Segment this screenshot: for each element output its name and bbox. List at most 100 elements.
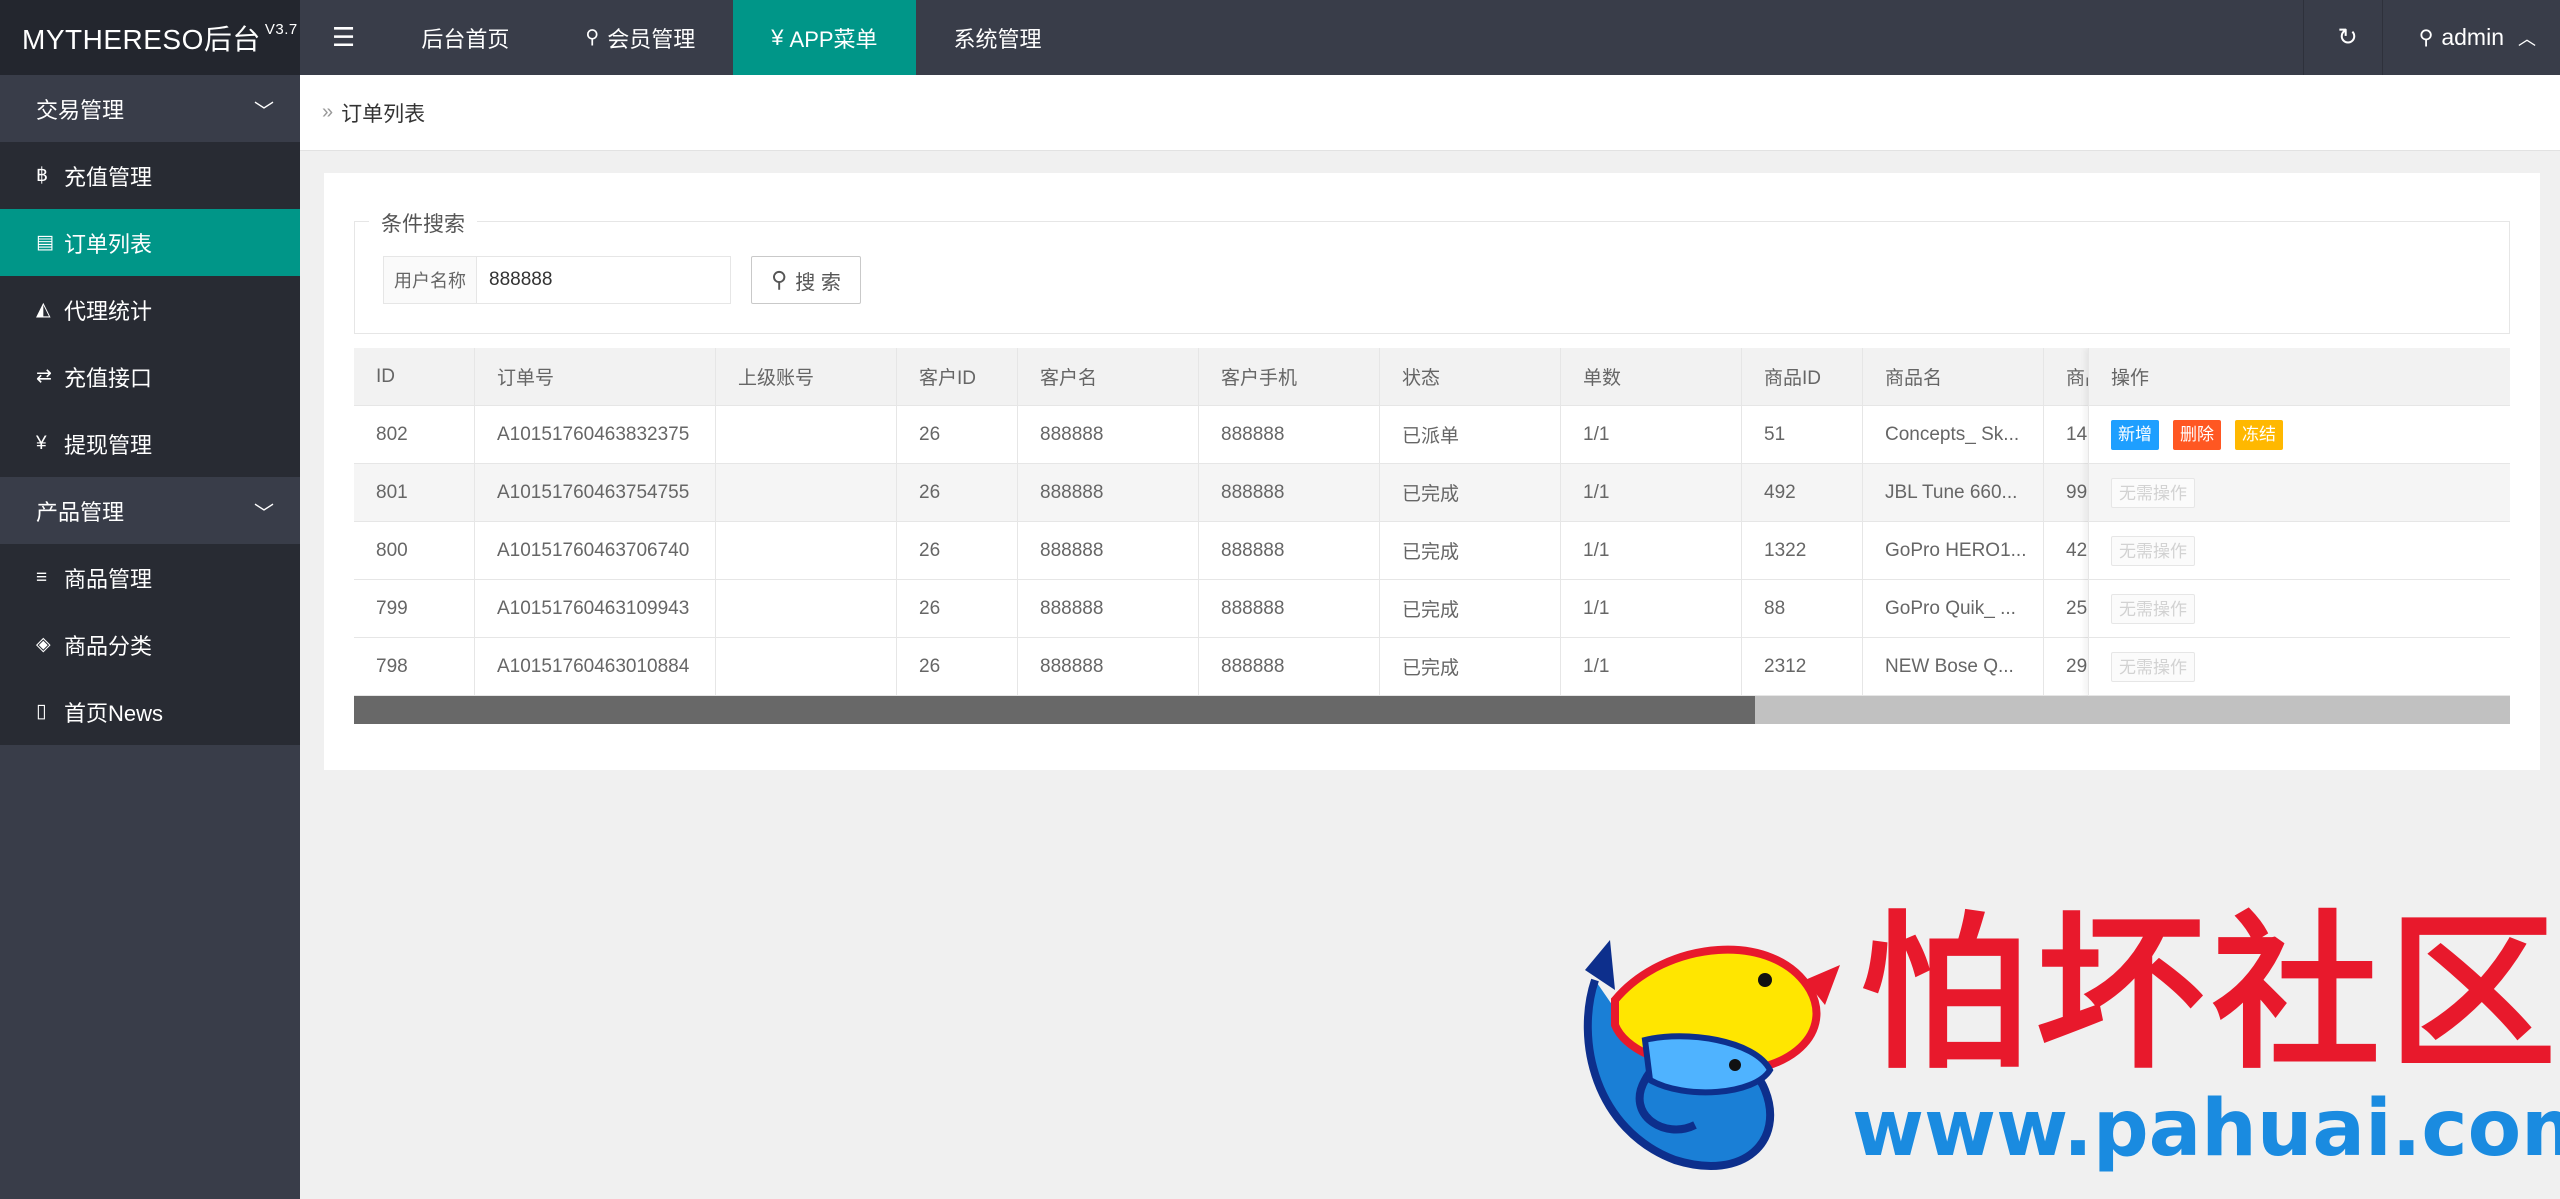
sidebar-item-label: 充值管理	[64, 164, 153, 190]
topnav-item-app-menu[interactable]: ¥ APP菜单	[733, 0, 916, 75]
column-header[interactable]: 上级账号	[716, 348, 897, 405]
scrollbar-thumb[interactable]	[354, 696, 1756, 724]
sidebar-item-recharge-api[interactable]: ⇄ 充值接口	[0, 343, 300, 410]
cell-product-name: JBL Tune 660...	[1863, 464, 2044, 521]
menu-toggle-button[interactable]: ☰	[300, 0, 383, 75]
yen-icon: ¥	[36, 432, 47, 454]
cell-count: 1/1	[1561, 406, 1742, 463]
search-icon: ⚲	[771, 267, 788, 292]
sidebar-item-label: 订单列表	[64, 231, 153, 257]
cell-customer-id: 26	[897, 638, 1018, 695]
delete-button[interactable]: 删除	[2173, 419, 2221, 450]
sidebar-item-categories[interactable]: ◈ 商品分类	[0, 611, 300, 678]
cell-order-no: A10151760463754755	[475, 464, 716, 521]
cell-id: 800	[354, 522, 475, 579]
sidebar-group-label: 交易管理	[36, 97, 125, 123]
cell-count: 1/1	[1561, 580, 1742, 637]
orders-table: ID 订单号 上级账号 客户ID 客户名 客户手机 状态 单数 商品ID 商品名…	[354, 348, 2510, 724]
double-chevron-right-icon: »	[322, 101, 334, 123]
column-header[interactable]: ID	[354, 348, 475, 405]
cell-order-no: A10151760463109943	[475, 580, 716, 637]
sidebar-item-agent-stats[interactable]: ◭ 代理统计	[0, 276, 300, 343]
cell-parent	[716, 406, 897, 463]
cell-product-id: 88	[1742, 580, 1863, 637]
user-icon: ⚲	[2418, 27, 2434, 49]
column-header[interactable]: 客户手机	[1199, 348, 1380, 405]
user-icon: ⚲	[585, 27, 600, 48]
menu-icon: ☰	[332, 22, 356, 52]
topnav-label: 系统管理	[953, 26, 1042, 52]
horizontal-scrollbar[interactable]	[354, 696, 2510, 724]
search-fieldset: 条件搜索 用户名称 ⚲ 搜 索	[354, 208, 2510, 334]
watermark-cn-text: 怕坏社区	[1860, 903, 2560, 1089]
layers-icon: ◈	[36, 634, 51, 655]
operations-cell: 新增 删除 冻结	[2089, 406, 2510, 464]
chevron-down-icon: ﹀	[254, 101, 274, 123]
cell-status: 已完成	[1380, 638, 1561, 695]
cell-product-name: GoPro Quik_ ...	[1863, 580, 2044, 637]
column-header[interactable]: 客户ID	[897, 348, 1018, 405]
sidebar-item-label: 充值接口	[64, 365, 153, 391]
topnav-item-home[interactable]: 后台首页	[383, 0, 547, 75]
sidebar-item-label: 商品管理	[64, 566, 153, 592]
sidebar: 交易管理 ﹀ ฿ 充值管理 ▤ 订单列表 ◭ 代理统计 ⇄ 充值接口 ¥ 提现管理 产品管理…	[0, 75, 300, 1199]
cell-id: 801	[354, 464, 475, 521]
cell-customer-name: 888888	[1018, 580, 1199, 637]
topnav-item-system[interactable]: 系统管理	[916, 0, 1080, 75]
cell-customer-name: 888888	[1018, 464, 1199, 521]
operations-cell: 无需操作	[2089, 464, 2510, 522]
cell-customer-id: 26	[897, 580, 1018, 637]
breadcrumb: » 订单列表	[300, 75, 2560, 151]
cell-id: 799	[354, 580, 475, 637]
no-action-button: 无需操作	[2111, 651, 2195, 682]
cell-id: 802	[354, 406, 475, 463]
watermark-url-text: www.pahuai.com	[1852, 1084, 2560, 1174]
sidebar-item-label: 首页News	[64, 700, 164, 726]
column-header[interactable]: 单数	[1561, 348, 1742, 405]
topnav-label: 后台首页	[421, 26, 510, 52]
column-header[interactable]: 订单号	[475, 348, 716, 405]
top-right-tools: ↻ ⚲ admin ︿	[2302, 0, 2560, 75]
cell-product-id: 2312	[1742, 638, 1863, 695]
add-button[interactable]: 新增	[2111, 419, 2159, 450]
topnav-item-members[interactable]: ⚲ 会员管理	[547, 0, 733, 75]
top-nav: ☰ 后台首页 ⚲ 会员管理 ¥ APP菜单 系统管理	[300, 0, 1080, 75]
cell-count: 1/1	[1561, 464, 1742, 521]
exchange-icon: ⇄	[36, 366, 52, 387]
top-header: MYTHERESO后台 V3.7 ☰ 后台首页 ⚲ 会员管理 ¥ APP菜单 系统管理…	[0, 0, 2560, 75]
column-header-operations: 操作	[2089, 348, 2510, 406]
search-legend: 条件搜索	[369, 208, 477, 238]
column-header[interactable]: 商品ID	[1742, 348, 1863, 405]
cell-id: 798	[354, 638, 475, 695]
sidebar-item-recharge[interactable]: ฿ 充值管理	[0, 142, 300, 209]
cell-customer-id: 26	[897, 464, 1018, 521]
bitcoin-icon: ฿	[36, 165, 49, 186]
sidebar-item-news[interactable]: ▯ 首页News	[0, 678, 300, 745]
list-icon: ▤	[36, 232, 54, 253]
refresh-button[interactable]: ↻	[2302, 0, 2383, 75]
sidebar-item-withdraw[interactable]: ¥ 提现管理	[0, 410, 300, 477]
column-header[interactable]: 状态	[1380, 348, 1561, 405]
refresh-icon: ↻	[2337, 24, 2358, 51]
sidebar-group-products[interactable]: 产品管理 ﹀	[0, 477, 300, 544]
cell-product-name: GoPro HERO1...	[1863, 522, 2044, 579]
user-menu[interactable]: ⚲ admin ︿	[2383, 0, 2560, 75]
no-action-button: 无需操作	[2111, 477, 2195, 508]
sidebar-item-orders[interactable]: ▤ 订单列表	[0, 209, 300, 276]
cell-product-id: 51	[1742, 406, 1863, 463]
sidebar-group-trade[interactable]: 交易管理 ﹀	[0, 75, 300, 142]
cell-product-id: 1322	[1742, 522, 1863, 579]
app-logo[interactable]: MYTHERESO后台 V3.7	[0, 0, 300, 75]
cell-phone: 888888	[1199, 522, 1380, 579]
column-header[interactable]: 客户名	[1018, 348, 1199, 405]
column-header[interactable]: 商品名	[1863, 348, 2044, 405]
username-search-input[interactable]	[476, 256, 731, 304]
sidebar-item-label: 代理统计	[64, 298, 153, 324]
cell-parent	[716, 580, 897, 637]
cell-parent	[716, 464, 897, 521]
cell-product-name: Concepts_ Sk...	[1863, 406, 2044, 463]
freeze-button[interactable]: 冻结	[2235, 419, 2283, 450]
search-button[interactable]: ⚲ 搜 索	[751, 256, 861, 304]
sidebar-item-goods[interactable]: ≡ 商品管理	[0, 544, 300, 611]
chevron-down-icon: ﹀	[254, 503, 274, 525]
